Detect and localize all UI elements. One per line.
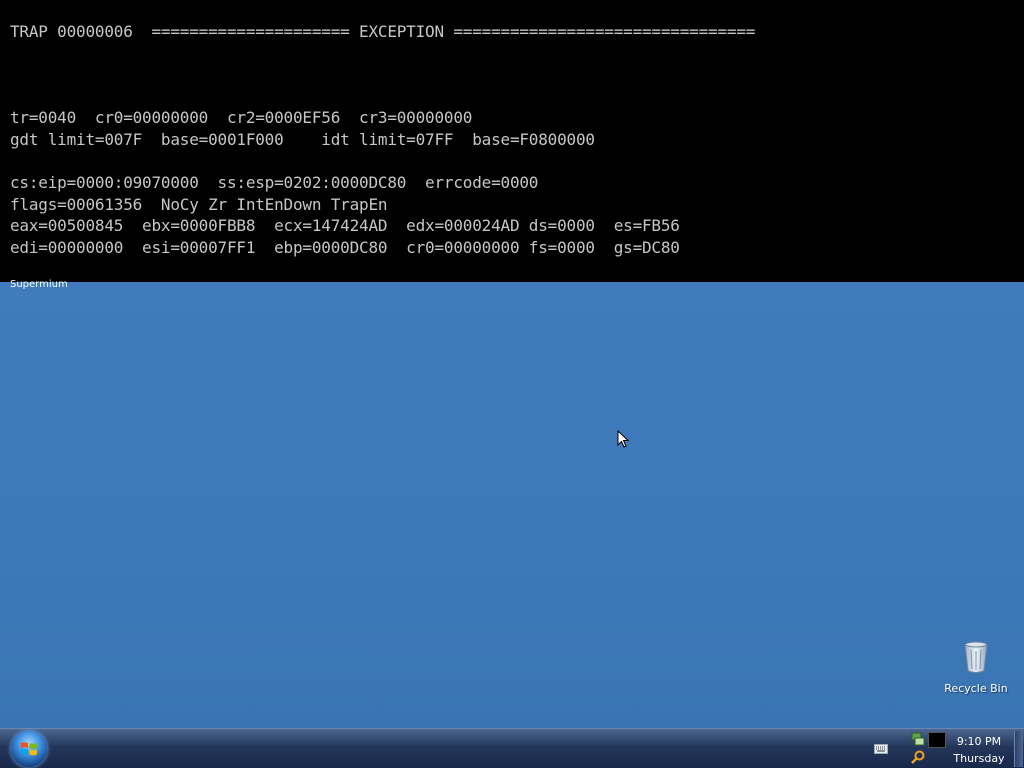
console-line-trap: TRAP 00000006 ===================== EXCE… xyxy=(10,22,756,41)
black-window-icon[interactable] xyxy=(928,732,946,748)
console-line-gdt: gdt limit=007F base=0001F000 idt limit=0… xyxy=(10,130,595,149)
windows-logo-icon xyxy=(21,742,37,756)
console-line-eax: eax=00500845 ebx=0000FBB8 ecx=147424AD e… xyxy=(10,216,680,235)
window-caption-label[interactable]: Supermium xyxy=(10,279,68,290)
desktop-background[interactable] xyxy=(0,282,1024,728)
exception-console: TRAP 00000006 ===================== EXCE… xyxy=(0,0,1024,282)
recycle-bin-icon xyxy=(964,641,988,673)
show-desktop-button[interactable] xyxy=(1014,731,1023,767)
keyboard-icon[interactable] xyxy=(874,744,888,754)
recycle-bin-desktop-icon[interactable]: Recycle Bin xyxy=(942,640,1010,695)
network-icon[interactable] xyxy=(911,732,925,746)
taskbar: 9:10 PM Thursday xyxy=(0,728,1024,768)
console-line-flags: flags=00061356 NoCy Zr IntEnDown TrapEn xyxy=(10,195,388,214)
clock-time: 9:10 PM xyxy=(956,735,1002,748)
console-line-tr: tr=0040 cr0=00000000 cr2=0000EF56 cr3=00… xyxy=(10,108,473,127)
console-line-cs-eip: cs:eip=0000:09070000 ss:esp=0202:0000DC8… xyxy=(10,173,539,192)
console-line-edi: edi=00000000 esi=00007FF1 ebp=0000DC80 c… xyxy=(10,238,680,257)
mouse-cursor-icon xyxy=(617,430,629,448)
recycle-bin-label: Recycle Bin xyxy=(944,682,1008,695)
search-icon[interactable] xyxy=(911,750,925,764)
clock-day: Thursday xyxy=(953,752,1005,765)
start-button[interactable] xyxy=(11,731,47,767)
taskbar-clock[interactable]: 9:10 PM Thursday xyxy=(948,733,1010,767)
